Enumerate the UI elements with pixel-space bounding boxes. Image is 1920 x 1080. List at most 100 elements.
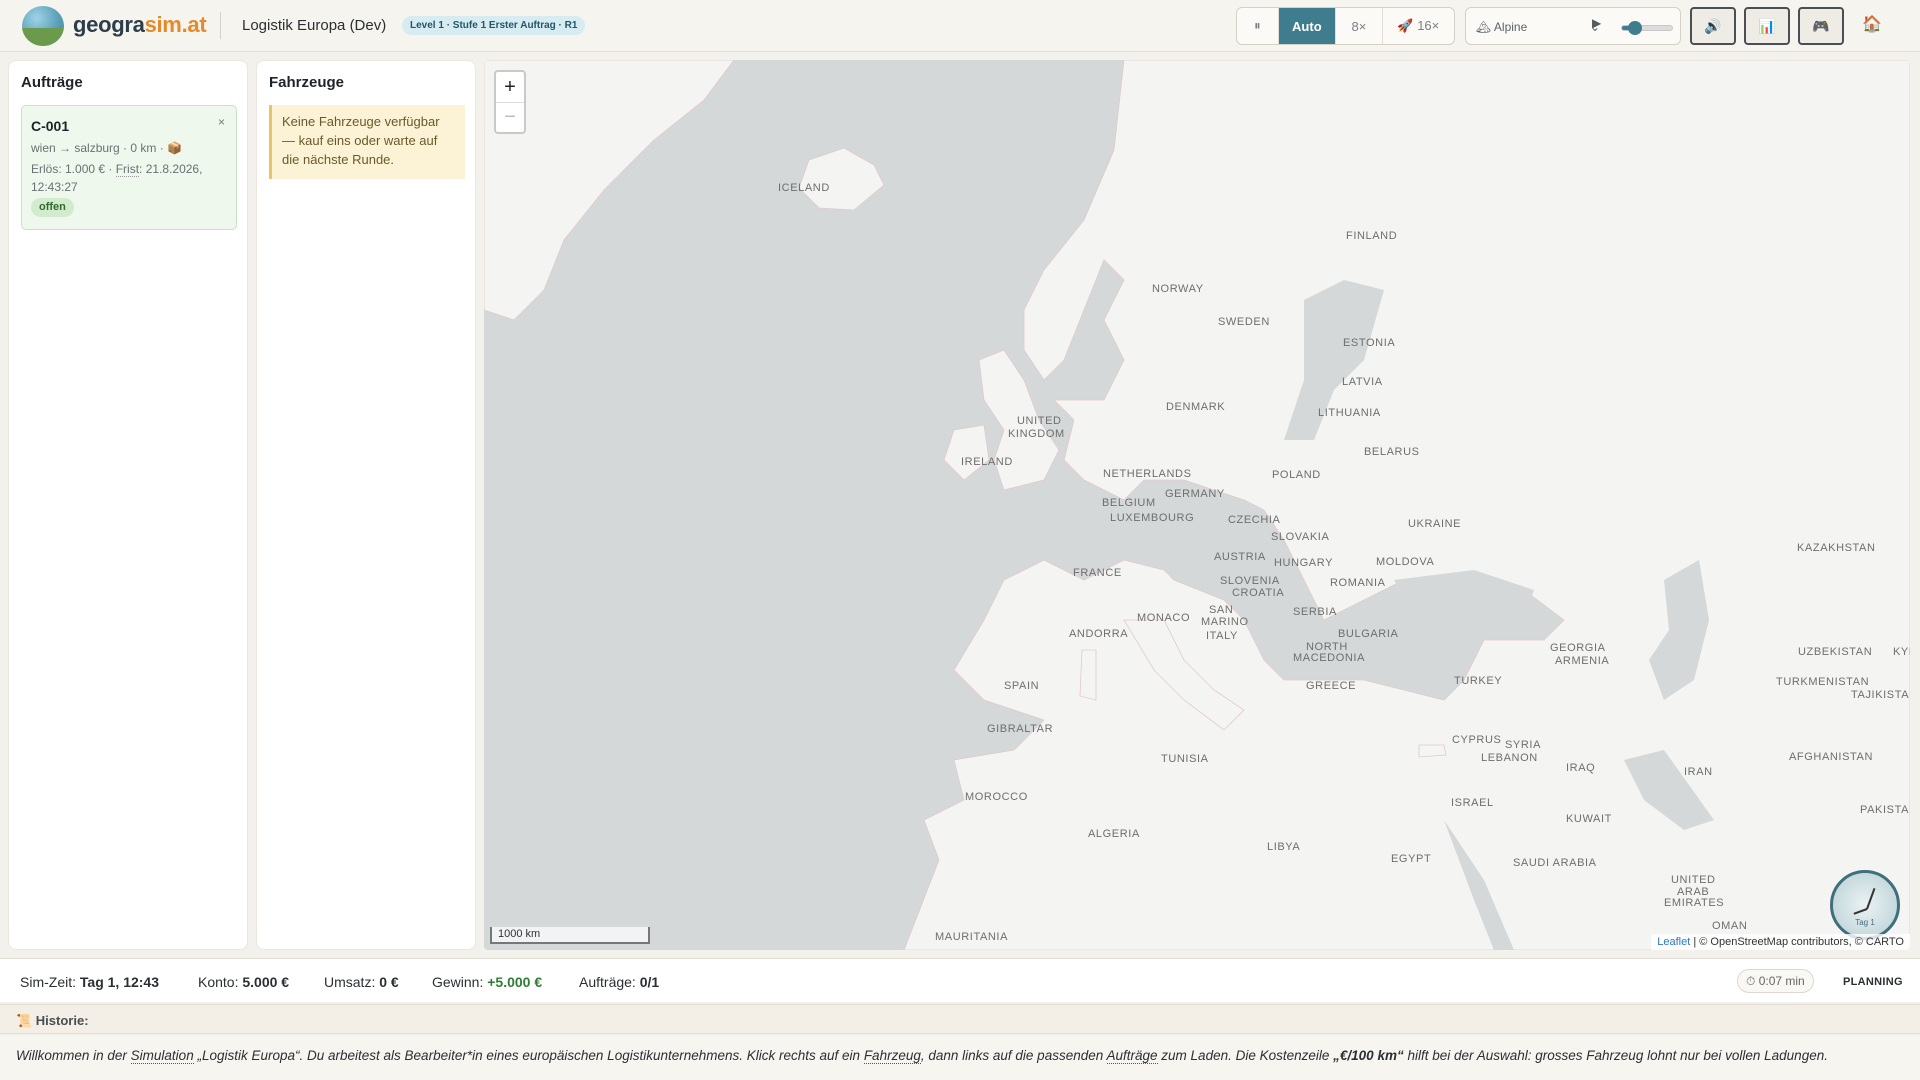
timer-badge: ⏱ 0:07 min (1737, 969, 1814, 993)
svg-text:ICELAND: ICELAND (778, 182, 830, 194)
svg-text:TAJIKISTAN: TAJIKISTAN (1851, 689, 1910, 701)
message-bar: Willkommen in der Simulation „Logistik E… (0, 1036, 1920, 1080)
svg-text:MAURITANIA: MAURITANIA (935, 931, 1008, 943)
svg-text:CYPRUS: CYPRUS (1452, 734, 1501, 746)
speaker-icon: 🔊 (1704, 17, 1722, 34)
svg-text:SAUDI ARABIA: SAUDI ARABIA (1513, 857, 1597, 869)
zoom-in-button[interactable]: + (496, 72, 524, 102)
umsatz-label: Umsatz: (324, 974, 380, 990)
logo-icon (22, 6, 64, 46)
speed-16x-button[interactable]: 🚀 16× (1383, 8, 1454, 44)
svg-text:FRANCE: FRANCE (1073, 567, 1122, 579)
zoom-out-button[interactable]: − (496, 102, 524, 132)
zoom-control: + − (494, 70, 526, 134)
music-play-button[interactable]: ▶ (1592, 16, 1601, 30)
svg-text:MOROCCO: MOROCCO (965, 791, 1028, 803)
sim-time-value: Tag 1, 12:43 (79, 974, 160, 990)
order-card[interactable]: C-001 × wien → salzburg · 0 km · 📦 Erlös… (21, 105, 237, 230)
gewinn-label: Gewinn: (432, 974, 488, 990)
svg-text:AFGHANISTAN: AFGHANISTAN (1789, 751, 1873, 763)
map-attribution: Leaflet | © OpenStreetMap contributors, … (1651, 934, 1910, 950)
speed-8x-button[interactable]: 8× (1336, 8, 1383, 44)
svg-text:SERBIA: SERBIA (1293, 606, 1337, 618)
empty-vehicles-notice: Keine Fahrzeuge verfügbar — kauf eins od… (269, 105, 465, 179)
map[interactable]: ICELAND FINLAND NORWAY SWEDEN ESTONIA LA… (484, 60, 1910, 950)
gamepad-button[interactable]: 🎮 (1798, 7, 1844, 45)
svg-text:NETHERLANDS: NETHERLANDS (1103, 468, 1192, 480)
svg-text:EMIRATES: EMIRATES (1664, 897, 1724, 909)
svg-text:LATVIA: LATVIA (1342, 376, 1383, 388)
order-revenue: Erlös: 1.000 € · (31, 162, 116, 176)
svg-text:KAZAKHSTAN: KAZAKHSTAN (1797, 542, 1876, 554)
svg-text:OMAN: OMAN (1712, 920, 1747, 932)
svg-text:CROATIA: CROATIA (1232, 587, 1284, 599)
sound-button[interactable]: 🔊 (1690, 7, 1736, 45)
svg-text:UKRAINE: UKRAINE (1408, 518, 1461, 530)
svg-text:SPAIN: SPAIN (1004, 680, 1039, 692)
history-bar: 📜 Historie: (0, 1004, 1920, 1034)
volume-slider[interactable] (1621, 21, 1673, 35)
svg-text:LIBYA: LIBYA (1267, 841, 1300, 853)
close-icon[interactable]: × (218, 115, 225, 129)
music-track-select[interactable]: 🏔 Alpine ⌄ (1476, 17, 1600, 37)
svg-text:PAKISTA: PAKISTA (1860, 804, 1909, 816)
msg-part-4: zum Laden. Die Kostenzeile (1157, 1048, 1334, 1063)
svg-text:GEORGIA: GEORGIA (1550, 642, 1606, 654)
clock-icon: Tag 1 (1830, 870, 1900, 940)
clock-hour-hand (1866, 887, 1876, 910)
svg-text:UZBEKISTAN: UZBEKISTAN (1798, 646, 1872, 658)
svg-text:TUNISIA: TUNISIA (1161, 753, 1209, 765)
svg-text:IRAQ: IRAQ (1566, 762, 1595, 774)
sim-time: Sim-Zeit: Tag 1, 12:43 (20, 974, 159, 990)
gewinn: Gewinn: +5.000 € (432, 974, 542, 990)
svg-text:DENMARK: DENMARK (1166, 401, 1225, 413)
leaflet-link[interactable]: Leaflet (1657, 936, 1690, 948)
konto-label: Konto: (198, 974, 243, 990)
svg-text:MACEDONIA: MACEDONIA (1293, 652, 1365, 664)
svg-text:CZECHIA: CZECHIA (1228, 514, 1281, 526)
svg-text:FINLAND: FINLAND (1346, 230, 1397, 242)
msg-part-1: Willkommen in der (16, 1048, 131, 1063)
welcome-message: Willkommen in der Simulation „Logistik E… (16, 1048, 1828, 1064)
volume-knob[interactable] (1627, 21, 1642, 35)
svg-text:GIBRALTAR: GIBRALTAR (987, 723, 1053, 735)
vehicles-panel: Fahrzeuge Keine Fahrzeuge verfügbar — ka… (256, 60, 476, 950)
svg-text:ROMANIA: ROMANIA (1330, 577, 1386, 589)
svg-text:GERMANY: GERMANY (1165, 488, 1225, 500)
level-badge: Level 1 · Stufe 1 Erster Auftrag · R1 (402, 16, 586, 35)
svg-text:ARMENIA: ARMENIA (1555, 655, 1609, 667)
svg-text:UNITED: UNITED (1017, 415, 1062, 427)
msg-part-5: hilft bei der Auswahl: grosses Fahrzeug … (1403, 1048, 1828, 1063)
home-button[interactable]: 🏠 (1862, 14, 1882, 34)
msg-part-3: , dann links auf die passenden (920, 1048, 1107, 1063)
umsatz: Umsatz: 0 € (324, 974, 399, 990)
umsatz-value: 0 € (379, 974, 399, 990)
msg-fahrzeug-link: Fahrzeug (863, 1048, 921, 1064)
top-bar: geograsim.at Logistik Europa (Dev) Level… (0, 0, 1920, 52)
svg-text:TURKEY: TURKEY (1454, 675, 1502, 687)
msg-simulation-link: Simulation (130, 1048, 194, 1064)
svg-text:AUSTRIA: AUSTRIA (1214, 551, 1266, 563)
auftraege-label: Aufträge: (579, 974, 640, 990)
svg-text:POLAND: POLAND (1272, 469, 1321, 481)
scale-bar: 1000 km (490, 927, 650, 944)
svg-text:KYR: KYR (1893, 646, 1910, 658)
svg-text:HUNGARY: HUNGARY (1274, 557, 1333, 569)
svg-text:ISRAEL: ISRAEL (1451, 797, 1494, 809)
music-control: 🏔 Alpine ⌄ ▶ (1465, 7, 1681, 45)
map-basemap: ICELAND FINLAND NORWAY SWEDEN ESTONIA LA… (484, 60, 1910, 950)
brand-accent: sim.at (144, 12, 207, 37)
svg-text:GREECE: GREECE (1306, 680, 1356, 692)
speed-auto-button[interactable]: Auto (1278, 8, 1337, 44)
svg-text:MARINO: MARINO (1201, 616, 1249, 628)
order-route: wien → salzburg · 0 km · 📦 (31, 141, 182, 155)
pause-button[interactable]: ⏸ (1237, 8, 1279, 44)
auftraege-count: Aufträge: 0/1 (579, 974, 659, 990)
sim-time-label: Sim-Zeit: (20, 974, 80, 990)
phase-label: PLANNING (1843, 976, 1903, 988)
msg-part-2: „Logistik Europa“. Du arbeitest als Bear… (193, 1048, 864, 1063)
stats-button[interactable]: 📊 (1744, 7, 1790, 45)
svg-text:NORWAY: NORWAY (1152, 283, 1204, 295)
music-track-label: 🏔 Alpine (1476, 20, 1528, 34)
bar-chart-icon: 📊 (1758, 17, 1776, 34)
